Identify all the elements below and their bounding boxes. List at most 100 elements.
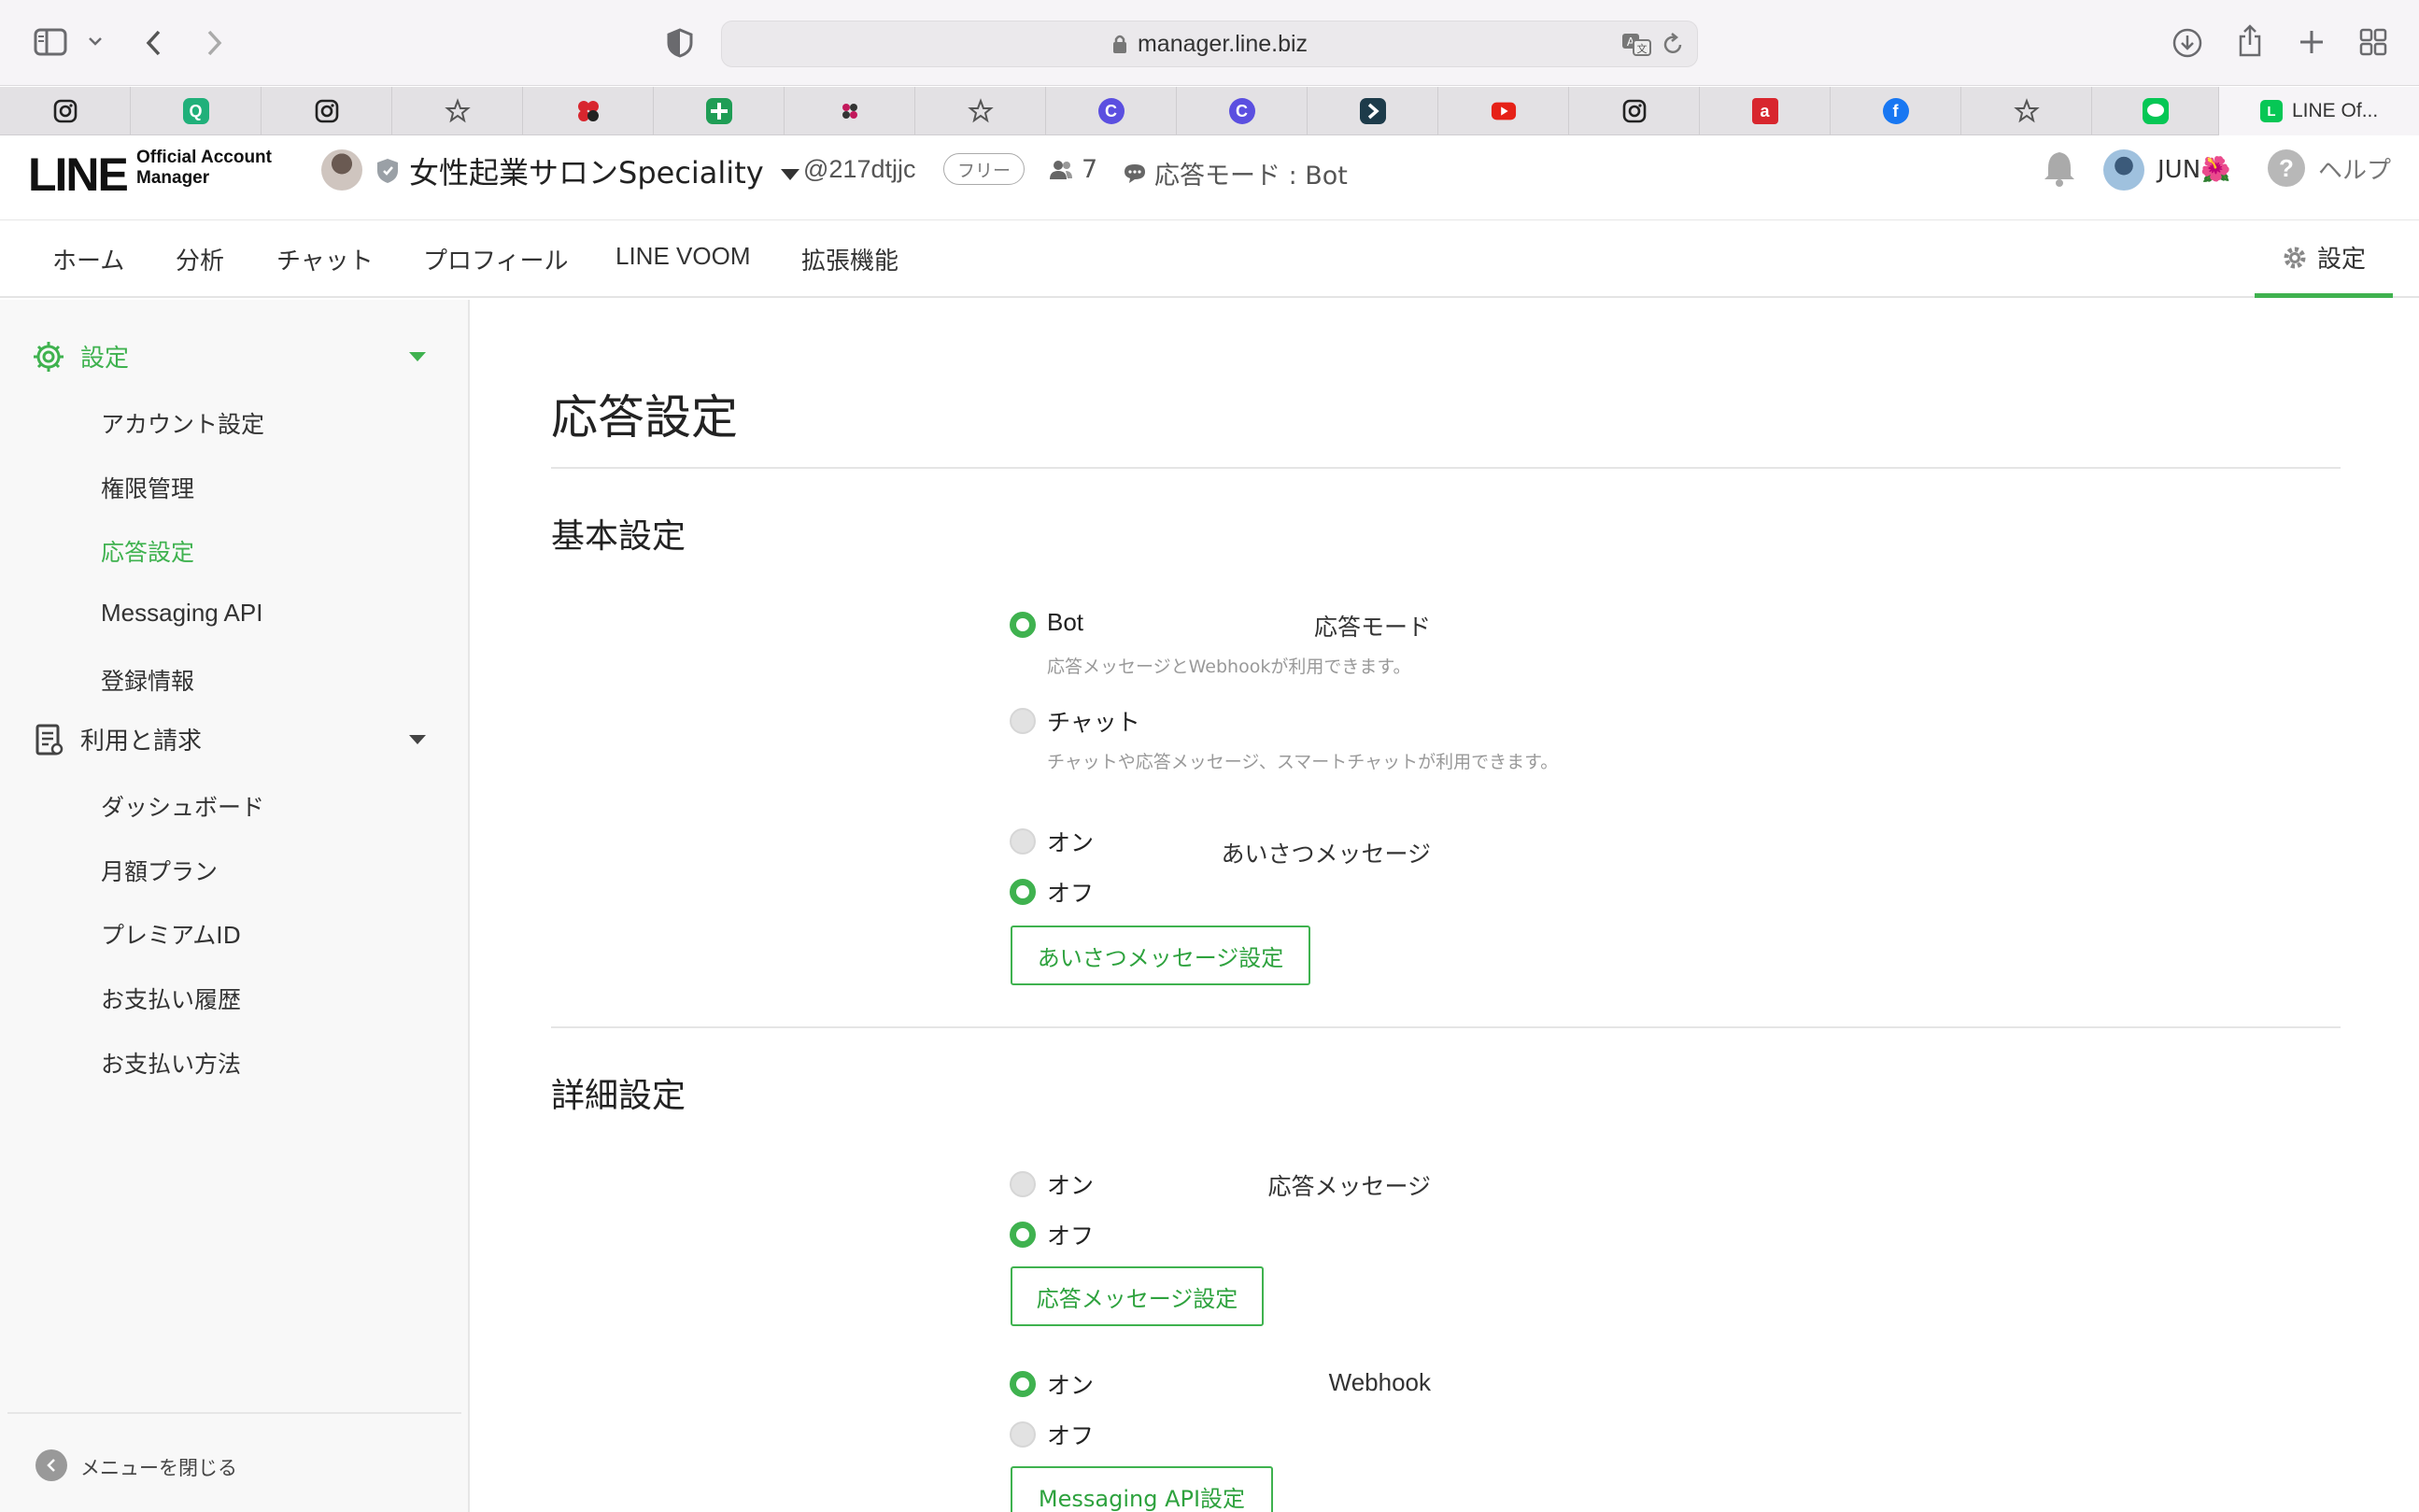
plus-app-icon (705, 98, 732, 124)
arrow-app-icon (1359, 98, 1386, 124)
radio-greeting-off[interactable] (1010, 879, 1036, 905)
auto-reply-settings-button[interactable]: 応答メッセージ設定 (1011, 1266, 1264, 1326)
radio-auto-reply-on[interactable] (1010, 1171, 1036, 1197)
nav-tab-line-voom[interactable]: LINE VOOM (615, 242, 750, 271)
download-icon[interactable] (2171, 26, 2204, 60)
translate-icon[interactable]: A文 (1620, 31, 1652, 63)
radio-auto-reply-off-label[interactable]: オフ (1047, 1218, 1094, 1251)
response-mode-indicator[interactable]: 応答モード : Bot (1123, 155, 1348, 191)
help-link[interactable]: ? ヘルプ (2268, 149, 2391, 187)
favorite-tab[interactable]: a (1700, 87, 1831, 135)
radio-webhook-off[interactable] (1010, 1421, 1036, 1448)
sidebar-item-response-settings[interactable]: 応答設定 (101, 534, 194, 568)
favorite-tab[interactable] (1569, 87, 1700, 135)
sidebar-item-payment-method[interactable]: お支払い方法 (101, 1046, 241, 1080)
active-tab-title: LINE Of... (2292, 100, 2379, 121)
sidebar-item-premium-id[interactable]: プレミアムID (101, 917, 241, 951)
friends-count[interactable]: 7 (1048, 155, 1097, 184)
radio-bot[interactable] (1010, 612, 1036, 638)
caret-down-icon[interactable] (409, 352, 426, 361)
favorite-tab[interactable] (654, 87, 785, 135)
q-app-icon: Q (182, 98, 209, 124)
favorite-tab[interactable] (785, 87, 915, 135)
reload-icon[interactable] (1662, 33, 1684, 61)
favorite-tab[interactable] (2092, 87, 2219, 135)
back-icon[interactable] (140, 26, 168, 60)
nav-tab-settings[interactable]: 設定 (2255, 221, 2393, 298)
radio-webhook-on-label[interactable]: オン (1047, 1367, 1094, 1401)
sidebar-item-account-settings[interactable]: アカウント設定 (101, 406, 264, 440)
account-switcher[interactable]: 女性起業サロンSpeciality (409, 149, 799, 192)
sidebar-item-messaging-api[interactable]: Messaging API (101, 599, 262, 628)
radio-bot-label[interactable]: Bot (1047, 608, 1083, 637)
user-menu[interactable]: JUN🌺 (2103, 149, 2231, 191)
greeting-settings-button[interactable]: あいさつメッセージ設定 (1011, 926, 1310, 985)
favorite-tab[interactable] (262, 87, 392, 135)
nav-tab-home[interactable]: ホーム (52, 242, 124, 276)
radio-greeting-on[interactable] (1010, 828, 1036, 855)
radio-chat[interactable] (1010, 708, 1036, 734)
sidebar-group-label: 設定 (80, 345, 130, 373)
favorite-tab[interactable] (523, 87, 654, 135)
sidebar-group-billing[interactable]: 利用と請求 (32, 722, 202, 756)
tab-overview-icon[interactable] (2357, 26, 2389, 58)
favorite-tab[interactable]: Q (131, 87, 262, 135)
radio-webhook-off-label[interactable]: オフ (1047, 1418, 1094, 1451)
webhook-label: Webhook (1328, 1368, 1431, 1396)
messaging-api-settings-button[interactable]: Messaging API設定 (1011, 1466, 1273, 1512)
favorite-tab[interactable] (1961, 87, 2092, 135)
sidebar-item-payment-history[interactable]: お支払い履歴 (101, 982, 241, 1015)
sidebar-group-settings[interactable]: 設定 (32, 339, 129, 374)
new-tab-icon[interactable] (2296, 26, 2327, 58)
lock-icon (1112, 35, 1126, 53)
favorite-tab[interactable]: f (1831, 87, 1961, 135)
logo-subtitle: Official Account Manager (136, 148, 272, 189)
close-menu-button[interactable]: メニューを閉じる (7, 1412, 461, 1512)
sidebar-item-dashboard[interactable]: ダッシュボード (101, 789, 264, 823)
line-logo[interactable]: LINE (28, 148, 129, 202)
star-icon (444, 98, 471, 124)
account-avatar[interactable] (321, 149, 362, 191)
sidebar-toggle-icon[interactable] (32, 26, 69, 58)
favorite-tab[interactable]: C (1177, 87, 1308, 135)
forward-icon[interactable] (200, 26, 228, 60)
radio-greeting-off-label[interactable]: オフ (1047, 875, 1094, 909)
favorite-tab[interactable] (1308, 87, 1438, 135)
star-icon (967, 98, 994, 124)
shield-privacy-icon[interactable] (663, 26, 697, 60)
sidebar-item-permissions[interactable]: 権限管理 (101, 471, 194, 504)
nav-tab-chat[interactable]: チャット (276, 242, 374, 276)
sidebar-item-monthly-plan[interactable]: 月額プラン (101, 854, 218, 887)
c-app-icon: C (1097, 98, 1125, 124)
nav-tab-extensions[interactable]: 拡張機能 (801, 242, 898, 276)
favorite-tab[interactable] (0, 87, 131, 135)
facebook-icon: f (1882, 98, 1909, 124)
sidebar-item-registration-info[interactable]: 登録情報 (101, 663, 194, 697)
favorite-tab[interactable] (392, 87, 523, 135)
chat-description: チャットや応答メッセージ、スマートチャットが利用できます。 (1047, 752, 1559, 772)
nav-tab-analytics[interactable]: 分析 (176, 242, 224, 276)
radio-chat-label[interactable]: チャット (1047, 704, 1140, 738)
radio-auto-reply-on-label[interactable]: オン (1047, 1167, 1094, 1201)
radio-webhook-on[interactable] (1010, 1371, 1036, 1397)
greeting-label: あいさつメッセージ (1221, 841, 1431, 868)
response-mode-label: 応答モード (1313, 614, 1431, 641)
instagram-icon (314, 98, 340, 124)
radio-greeting-on-label[interactable]: オン (1047, 825, 1094, 858)
address-bar[interactable]: manager.line.biz A文 (721, 21, 1698, 67)
friends-number: 7 (1082, 155, 1098, 184)
instagram-icon (1621, 98, 1648, 124)
caret-down-icon[interactable] (409, 735, 426, 744)
nav-tab-profile[interactable]: プロフィール (423, 242, 568, 276)
bell-icon[interactable] (2044, 149, 2075, 187)
chevron-down-icon[interactable] (86, 32, 105, 50)
verified-shield-icon (375, 157, 400, 189)
star-icon (2013, 98, 2040, 124)
radio-auto-reply-off[interactable] (1010, 1222, 1036, 1248)
favorite-tab[interactable] (915, 87, 1046, 135)
line-icon (2142, 98, 2169, 124)
share-icon[interactable] (2234, 22, 2266, 60)
favorite-tab[interactable] (1438, 87, 1569, 135)
active-browser-tab[interactable]: L LINE Of... (2219, 87, 2419, 135)
favorite-tab[interactable]: C (1046, 87, 1177, 135)
